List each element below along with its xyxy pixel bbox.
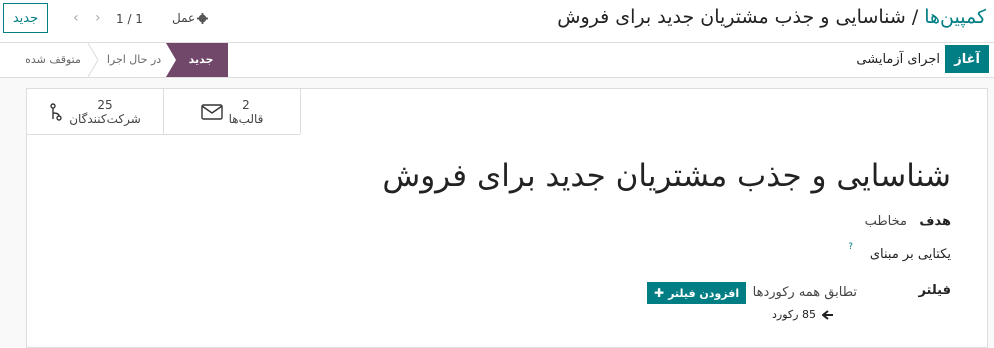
filter-label: فیلتر bbox=[918, 283, 951, 298]
new-button[interactable]: جدید bbox=[3, 3, 48, 33]
participants-count: 25 bbox=[97, 97, 113, 112]
add-filter-label: افزودن فیلتر bbox=[668, 286, 740, 300]
pager-value[interactable]: 1 / 1 bbox=[116, 12, 143, 26]
action-menu[interactable]: عمل bbox=[172, 11, 209, 25]
form-sheet: 25 شرکت‌کنندگان 2 قالب‌ها شناسایی و جذب … bbox=[26, 88, 988, 348]
target-label: هدف bbox=[919, 214, 951, 229]
templates-stat-button[interactable]: 2 قالب‌ها bbox=[164, 89, 301, 134]
start-button[interactable]: آغاز bbox=[945, 45, 989, 73]
stage-new-active[interactable]: جدید bbox=[176, 43, 226, 76]
sitemap-icon bbox=[50, 102, 62, 121]
status-bar: آغاز اجرای آزمایشی متوقف شده در حال اجرا… bbox=[0, 43, 994, 78]
participants-label: شرکت‌کنندگان bbox=[69, 111, 141, 126]
breadcrumb: کمپین‌ها / شناسایی و جذب مشتریان جدید بر… bbox=[557, 6, 986, 28]
envelope-icon bbox=[200, 103, 223, 120]
breadcrumb-current: شناسایی و جذب مشتریان جدید برای فروش bbox=[557, 6, 906, 28]
arrow-right-icon bbox=[821, 309, 833, 320]
help-tooltip-icon[interactable]: ? bbox=[848, 242, 853, 252]
filter-match-text: تطابق همه رکوردها bbox=[752, 285, 857, 300]
stage-stopped[interactable]: متوقف شده bbox=[14, 43, 92, 76]
stage-label: متوقف شده bbox=[25, 53, 81, 66]
stage-label: در حال اجرا bbox=[106, 53, 162, 66]
breadcrumb-separator: / bbox=[911, 6, 919, 28]
stage-divider-icon bbox=[88, 43, 99, 77]
templates-label: قالب‌ها bbox=[228, 111, 264, 126]
unique-field-label: یکتایی بر مبنای bbox=[869, 247, 951, 262]
pager-previous-icon[interactable]: ‹ bbox=[73, 10, 79, 26]
campaign-title[interactable]: شناسایی و جذب مشتریان جدید برای فروش bbox=[382, 158, 951, 194]
stage-running[interactable]: در حال اجرا bbox=[100, 43, 168, 76]
gear-icon bbox=[197, 12, 209, 24]
pager-next-icon[interactable]: › bbox=[95, 10, 101, 26]
breadcrumb-parent-link[interactable]: کمپین‌ها bbox=[924, 6, 986, 28]
stage-label: جدید bbox=[188, 53, 214, 66]
action-label: عمل bbox=[172, 11, 196, 25]
plus-icon: ✚ bbox=[654, 286, 665, 300]
add-filter-button[interactable]: ✚ افزودن فیلتر bbox=[647, 282, 747, 304]
templates-count: 2 bbox=[242, 97, 250, 112]
control-panel: جدید ‹ › 1 / 1 عمل کمپین‌ها / شناسایی و … bbox=[0, 0, 994, 43]
record-count-link[interactable]: 85 رکورد bbox=[772, 308, 834, 321]
test-run-button[interactable]: اجرای آزمایشی bbox=[856, 45, 940, 73]
participants-stat-button[interactable]: 25 شرکت‌کنندگان bbox=[27, 89, 164, 134]
record-count: 85 رکورد bbox=[772, 308, 816, 321]
target-value[interactable]: مخاطب bbox=[865, 214, 907, 229]
button-box-divider bbox=[27, 134, 300, 135]
